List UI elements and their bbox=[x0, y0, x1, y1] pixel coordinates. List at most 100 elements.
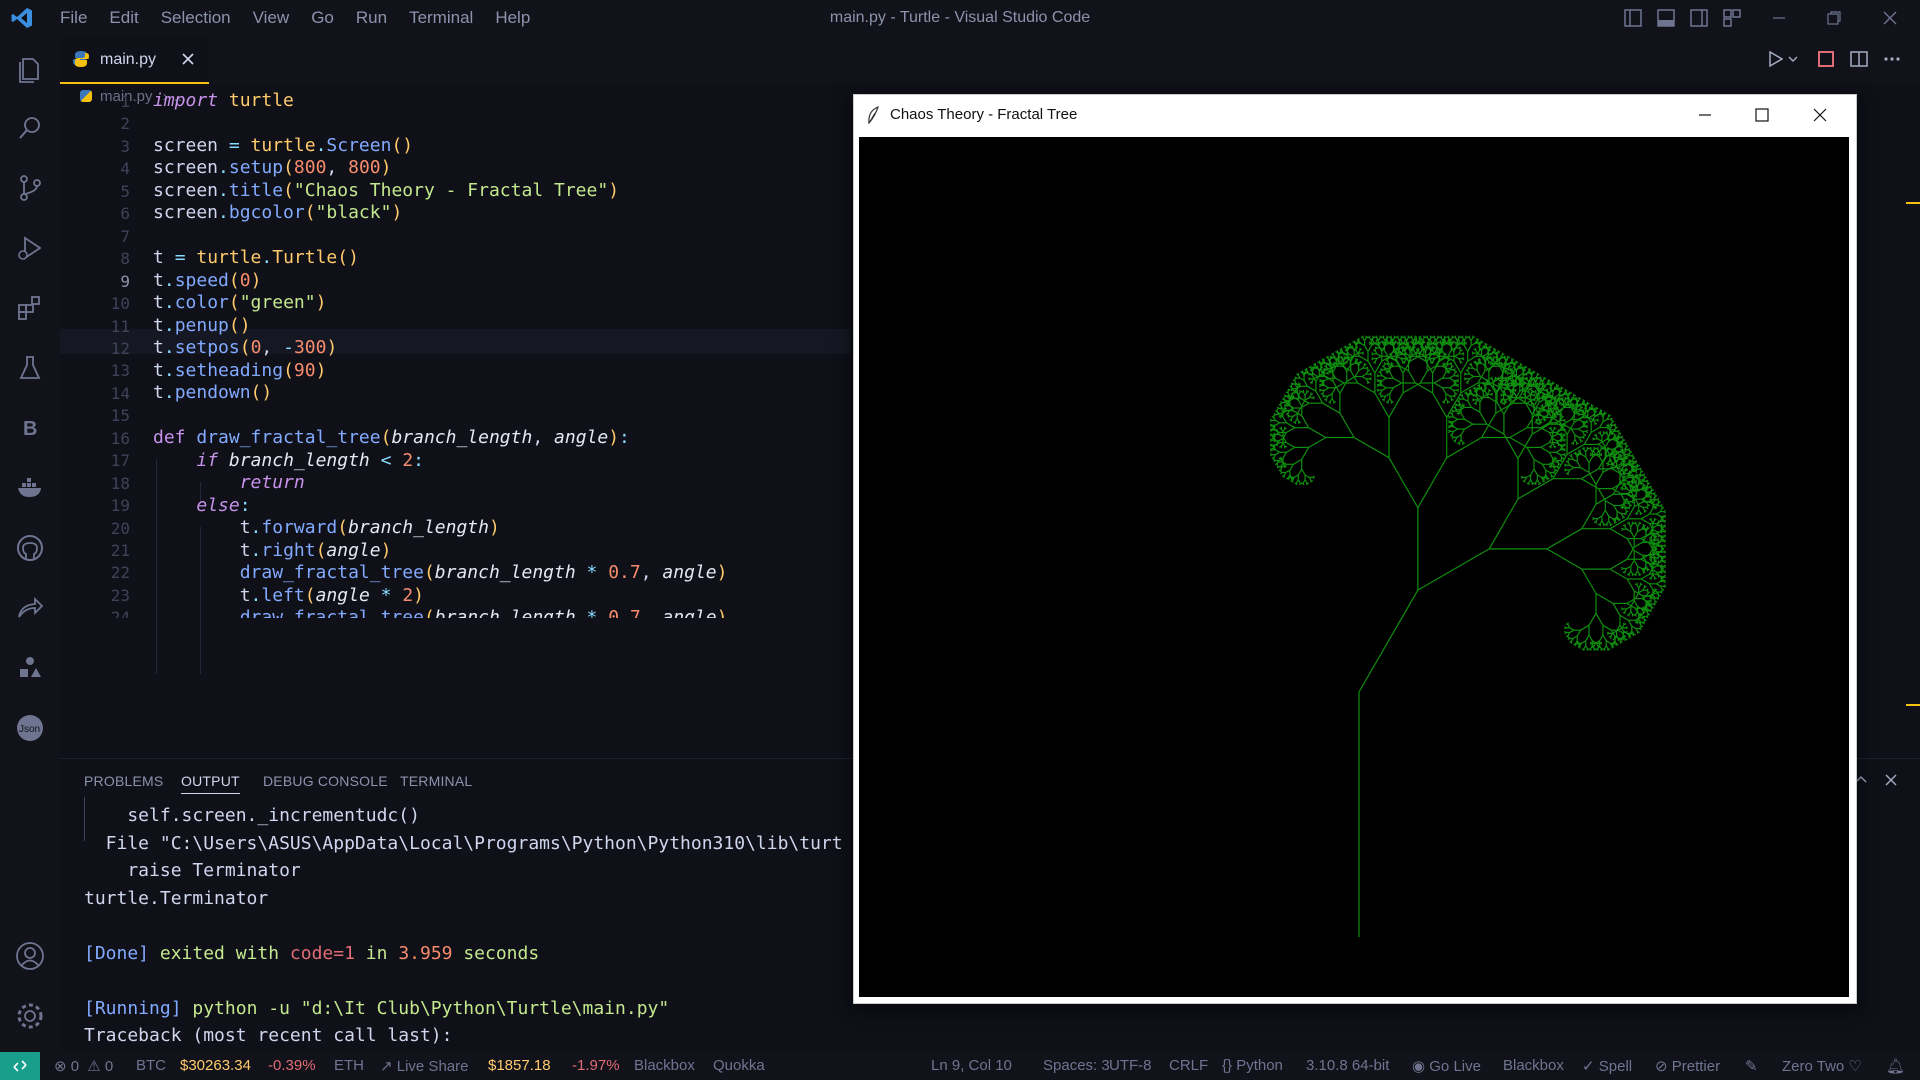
problems-indicator[interactable]: ⊗ 0 ⚠ 0 bbox=[54, 1057, 113, 1075]
testing-flask-icon[interactable] bbox=[15, 353, 45, 383]
go-live-label: Go Live bbox=[1429, 1058, 1481, 1075]
cursor-position[interactable]: Ln 9, Col 10 bbox=[931, 1057, 1012, 1074]
theme-status[interactable]: Zero Two ♡ bbox=[1782, 1057, 1862, 1075]
language-label: Python bbox=[1236, 1057, 1283, 1074]
menu-run[interactable]: Run bbox=[356, 8, 387, 27]
title-bar: File Edit Selection View Go Run Terminal Help m… bbox=[0, 0, 1920, 36]
code-line-1: import turtle bbox=[153, 90, 294, 111]
minimize-icon[interactable] bbox=[1770, 9, 1788, 27]
end-of-line[interactable]: CRLF bbox=[1169, 1057, 1208, 1074]
language-mode[interactable]: {} Python bbox=[1222, 1057, 1283, 1074]
blackbox-status-right[interactable]: Blackbox bbox=[1503, 1057, 1564, 1074]
live-share-button[interactable]: ↗ Live Share bbox=[380, 1057, 468, 1075]
menu-help[interactable]: Help bbox=[495, 8, 530, 27]
line-number: 2 bbox=[120, 114, 130, 134]
source-control-icon[interactable] bbox=[15, 173, 45, 203]
code-line-13: t.setheading(90) bbox=[153, 360, 327, 381]
tab-label: main.py bbox=[100, 51, 157, 68]
exit-code: code=1 bbox=[289, 943, 355, 964]
tab-output[interactable]: OUTPUT bbox=[181, 773, 240, 794]
indentation[interactable]: Spaces: 3 bbox=[1043, 1057, 1110, 1074]
turtle-close-icon[interactable] bbox=[1812, 107, 1828, 123]
turtle-maximize-icon[interactable] bbox=[1754, 107, 1770, 123]
menu-terminal[interactable]: Terminal bbox=[409, 8, 473, 27]
blackbox-status[interactable]: Blackbox bbox=[634, 1057, 695, 1074]
menu-view[interactable]: View bbox=[253, 8, 290, 27]
more-actions-icon[interactable] bbox=[1883, 50, 1901, 68]
tab-debug-console[interactable]: DEBUG CONSOLE bbox=[263, 773, 388, 789]
line-number: 5 bbox=[120, 181, 130, 201]
status-bar: ⊗ 0 ⚠ 0 BTC $30263.34 -0.39% ETH ↗ Live … bbox=[0, 1052, 1920, 1080]
go-live-button[interactable]: ◉ Go Live bbox=[1412, 1057, 1481, 1075]
extensions-icon[interactable] bbox=[15, 293, 45, 323]
account-icon[interactable] bbox=[15, 941, 45, 971]
line-number: 17 bbox=[110, 451, 130, 471]
spell-check[interactable]: ✓ Spell bbox=[1582, 1057, 1632, 1075]
explorer-icon[interactable] bbox=[15, 53, 45, 83]
split-editor-icon[interactable] bbox=[1850, 50, 1868, 68]
encoding[interactable]: UTF-8 bbox=[1109, 1057, 1152, 1074]
live-share-icon[interactable] bbox=[15, 593, 45, 623]
line-number: 19 bbox=[110, 496, 130, 516]
menu-file[interactable]: File bbox=[60, 8, 87, 27]
close-panel-icon[interactable] bbox=[1883, 772, 1899, 788]
run-debug-icon[interactable] bbox=[15, 233, 45, 263]
remote-icon bbox=[13, 1060, 27, 1072]
prettier-status[interactable]: ⊘ Prettier bbox=[1655, 1057, 1720, 1075]
output-line: turtle.Terminator bbox=[84, 888, 269, 909]
close-window-icon[interactable] bbox=[1881, 9, 1899, 27]
github-icon[interactable] bbox=[15, 533, 45, 563]
output-running-line: [Running] python -u "d:\It Club\Python\T… bbox=[84, 998, 669, 1019]
settings-gear-icon[interactable] bbox=[15, 1001, 45, 1031]
search-icon[interactable] bbox=[15, 113, 45, 143]
output-line: self.screen._incrementudc() bbox=[84, 805, 420, 826]
menu-go[interactable]: Go bbox=[311, 8, 334, 27]
toggle-panel-icon[interactable] bbox=[1657, 9, 1675, 27]
toggle-sidebar-icon[interactable] bbox=[1624, 9, 1642, 27]
quokka-status[interactable]: Quokka bbox=[713, 1057, 765, 1074]
menu-edit[interactable]: Edit bbox=[109, 8, 138, 27]
line-number: 16 bbox=[110, 428, 130, 448]
line-number: 9 bbox=[120, 271, 130, 291]
code-line-11: t.penup() bbox=[153, 315, 251, 336]
stop-code-icon[interactable] bbox=[1817, 50, 1835, 68]
tab-terminal[interactable]: TERMINAL bbox=[400, 773, 472, 789]
eth-price: $1857.18 bbox=[488, 1057, 551, 1074]
done-text: exited with bbox=[149, 943, 290, 964]
scrollbar-marker bbox=[1906, 704, 1920, 706]
svg-text:Json: Json bbox=[19, 724, 40, 735]
toggle-secondary-sidebar-icon[interactable] bbox=[1690, 9, 1708, 27]
customize-layout-icon[interactable] bbox=[1723, 9, 1741, 27]
warning-icon: ⚠ bbox=[87, 1058, 101, 1075]
heart-icon: ♡ bbox=[1848, 1058, 1862, 1075]
output-line: File "C:\Users\ASUS\AppData\Local\Progra… bbox=[84, 833, 843, 854]
blackbox-icon[interactable]: B bbox=[15, 413, 45, 443]
code-line-17: if branch_length < 2: bbox=[196, 450, 424, 471]
line-number: 7 bbox=[120, 226, 130, 246]
tab-close-icon[interactable] bbox=[180, 51, 196, 67]
tab-main-py[interactable]: main.py bbox=[60, 36, 209, 84]
btc-label: BTC bbox=[136, 1057, 166, 1074]
run-dropdown-chevron-icon[interactable] bbox=[1788, 54, 1798, 64]
feedback-icon[interactable]: ✎ bbox=[1745, 1057, 1758, 1075]
output-line: Traceback (most recent call last): bbox=[84, 1025, 453, 1046]
vscode-logo-icon bbox=[11, 8, 32, 28]
remote-indicator[interactable] bbox=[0, 1052, 40, 1080]
code-line-14: t.pendown() bbox=[153, 382, 273, 403]
svg-text:B: B bbox=[23, 418, 37, 440]
menu-selection[interactable]: Selection bbox=[161, 8, 231, 27]
remote-explorer-icon[interactable] bbox=[15, 653, 45, 683]
turtle-graphics-window[interactable]: Chaos Theory - Fractal Tree bbox=[853, 94, 1857, 1004]
run-file-icon[interactable] bbox=[1766, 50, 1784, 68]
code-line-19: else: bbox=[196, 495, 251, 516]
docker-icon[interactable] bbox=[15, 473, 45, 503]
restore-icon[interactable] bbox=[1825, 9, 1843, 27]
tab-problems[interactable]: PROBLEMS bbox=[84, 773, 163, 789]
json-icon[interactable]: Json bbox=[15, 713, 45, 743]
prettier-label: Prettier bbox=[1671, 1058, 1721, 1075]
turtle-window-titlebar[interactable]: Chaos Theory - Fractal Tree bbox=[854, 95, 1856, 135]
python-interpreter[interactable]: 3.10.8 64-bit bbox=[1306, 1057, 1389, 1074]
turtle-minimize-icon[interactable] bbox=[1697, 107, 1713, 123]
notifications-bell-icon[interactable]: 🔔︎ bbox=[1886, 1057, 1905, 1075]
turtle-canvas[interactable] bbox=[859, 137, 1849, 997]
